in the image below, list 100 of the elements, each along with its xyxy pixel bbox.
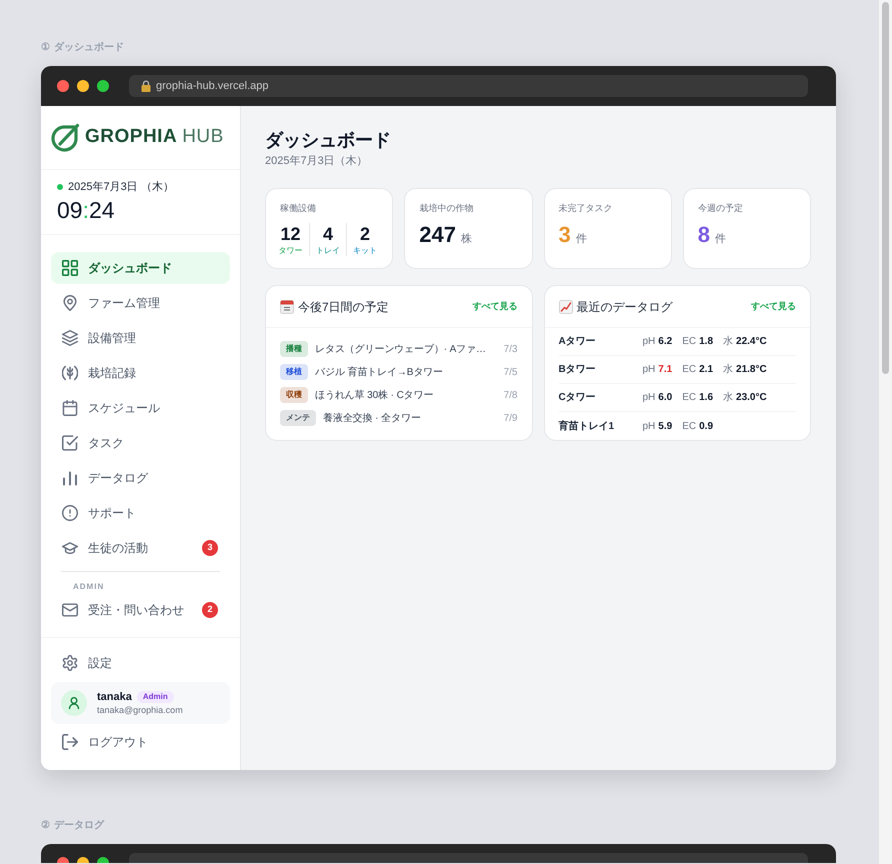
stat-value: 4 (322, 223, 333, 245)
stat-value: 12 (280, 223, 301, 245)
event-date: 7/5 (504, 366, 518, 380)
reading-value: 1.8 (699, 335, 714, 349)
event-tag: メンテ (280, 410, 316, 426)
reading-label: 水 (723, 362, 734, 377)
reading-label: EC (682, 391, 696, 405)
window-zoom-button[interactable] (97, 857, 109, 863)
nav-item[interactable]: 受注・問い合わせ 2 (51, 594, 230, 626)
clock-time: 09:24 (57, 196, 115, 224)
nav-item[interactable]: 設備管理 (51, 322, 230, 354)
reading-value: 21.8°C (736, 363, 767, 377)
stat-unit: 件 (715, 232, 726, 247)
nav-item[interactable]: 栽培記録 (51, 357, 230, 389)
reading-label: EC (682, 363, 696, 377)
stat-unit: 件 (576, 232, 587, 247)
window-minimize-button[interactable] (77, 80, 89, 92)
panel-title: 最近のデータログ (576, 298, 672, 316)
reading-value: 7.1 (658, 363, 672, 377)
status-dot-icon (57, 184, 63, 190)
reading-label: EC (682, 335, 696, 349)
clock-date: 2025年7月3日 （木） (68, 180, 174, 195)
log-name: Aタワー (558, 335, 596, 349)
event-date: 7/9 (504, 412, 518, 426)
event-date: 7/8 (504, 388, 518, 402)
section-title: ダッシュボード (54, 40, 124, 54)
section-title: データログ (54, 818, 104, 832)
event-text: バジル 育苗トレイ→Bタワー (315, 366, 444, 380)
event-tag: 移植 (280, 364, 308, 380)
panel-title: 今後7日間の予定 (298, 298, 389, 316)
count-badge: 3 (202, 540, 218, 556)
nav-item[interactable]: サポート (51, 497, 230, 529)
stat-label: 栽培中の作物 (419, 202, 474, 214)
reading-value: 22.4°C (736, 335, 767, 349)
log-name: Cタワー (558, 391, 596, 405)
reading-value: 6.2 (658, 335, 672, 349)
reading-label: 水 (723, 390, 734, 405)
scrollbar-thumb[interactable] (882, 2, 889, 374)
reading-value: 5.9 (658, 420, 672, 434)
address-bar[interactable]: grophia-hub.vercel.app (129, 75, 808, 97)
bar-chart-icon (62, 470, 78, 486)
section-heading: ADMIN (73, 581, 104, 593)
log-name: Bタワー (558, 363, 596, 377)
nav-item[interactable]: データログ (51, 462, 230, 494)
nav-item[interactable]: 生徒の活動 3 (51, 532, 230, 564)
layers-icon (62, 330, 78, 346)
reading-label: 水 (723, 334, 734, 349)
settings-button[interactable]: 設定 (51, 647, 230, 679)
window-zoom-button[interactable] (97, 80, 109, 92)
nav-item[interactable]: ファーム管理 (51, 287, 230, 319)
nav-item[interactable]: スケジュール (51, 392, 230, 424)
stat-sublabel: トレイ (316, 246, 340, 256)
map-pin-icon (62, 295, 78, 311)
reading-label: pH (642, 391, 656, 405)
reading-value: 1.6 (699, 391, 714, 405)
logout-button[interactable]: ログアウト (51, 726, 230, 758)
log-name: 育苗トレイ1 (558, 419, 614, 434)
event-text: ほうれん草 30株 · Cタワー (315, 388, 434, 402)
user-name: tanaka (97, 690, 132, 704)
reading-value: 23.0°C (736, 391, 767, 405)
count-badge: 2 (202, 602, 218, 618)
chart-up-icon (558, 300, 572, 314)
reading-value: 6.0 (658, 391, 672, 405)
graduation-cap-icon (62, 540, 78, 556)
logo-suffix: HUB (182, 125, 224, 150)
window-close-button[interactable] (57, 80, 69, 92)
window-minimize-button[interactable] (77, 857, 89, 863)
event-tag: 播種 (280, 341, 308, 357)
stat-label: 稼働設備 (280, 202, 316, 214)
section-number: ② (41, 818, 50, 832)
section-number: ① (41, 40, 50, 54)
stat-value: 247 (419, 221, 456, 249)
reading-label: pH (642, 420, 656, 434)
event-tag: 収穫 (280, 387, 308, 403)
user-avatar-icon (61, 690, 87, 716)
mail-icon (62, 602, 78, 618)
stat-value: 8 (698, 221, 710, 249)
stat-unit: 株 (460, 232, 472, 247)
event-text: レタス（グリーンウェーブ）· Aファ… (315, 342, 486, 356)
settings-icon (62, 655, 78, 671)
alert-circle-icon (62, 505, 78, 521)
sprout-icon (62, 365, 78, 381)
stat-label: 今週の予定 (698, 202, 743, 214)
reading-value: 0.9 (699, 420, 714, 434)
square-check-icon (62, 435, 78, 451)
page-title: ダッシュボード (265, 129, 391, 151)
nav-item[interactable]: タスク (51, 427, 230, 459)
stat-value: 2 (360, 223, 370, 245)
calendar-icon (280, 300, 294, 314)
grid-icon (62, 260, 78, 276)
window-close-button[interactable] (57, 857, 69, 863)
lock-icon (141, 80, 151, 92)
reading-label: pH (642, 335, 656, 349)
user-email: tanaka@grophia.com (97, 704, 183, 716)
nav-item[interactable]: ダッシュボード (51, 252, 230, 284)
stat-label: 未完了タスク (558, 202, 612, 214)
stat-value: 3 (558, 221, 571, 249)
stat-sublabel: キット (353, 246, 377, 256)
event-date: 7/3 (504, 342, 518, 356)
calendar-icon (62, 400, 78, 416)
